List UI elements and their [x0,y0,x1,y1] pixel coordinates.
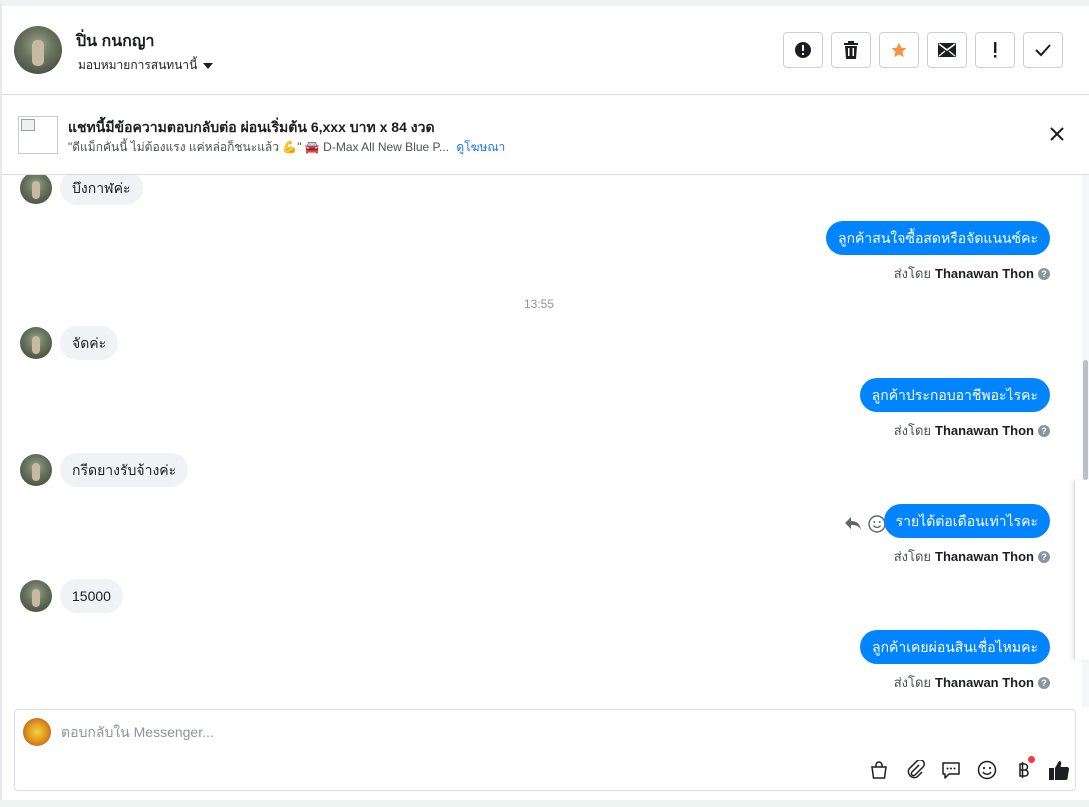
message-bubble[interactable]: บึงกาฬค่ะ [60,175,143,205]
sent-by-prefix: ส่งโดย [893,675,932,690]
ad-reply-banner: แชทนี้มีข้อความตอบกลับต่อ ผ่อนเริ่มต้น 6… [2,96,1089,175]
chat-bubble-icon [942,762,960,779]
caret-down-icon [203,62,214,69]
envelope-icon [938,43,956,57]
star-icon [891,42,907,58]
outgoing-message: ลูกค้าสนใจซื้อสดหรือจัดแนนซ์คะ [826,221,1050,255]
incoming-message: บึงกาฬค่ะ [20,175,143,205]
mark-unread-button[interactable] [927,32,967,68]
sender-name: Thanawan Thon [935,549,1034,564]
page-footer-strip [0,800,1089,807]
notification-dot [1028,756,1035,763]
like-button[interactable] [1047,758,1071,782]
sender-avatar [20,175,52,204]
assign-label: มอบหมายการสนทนานี้ [78,58,198,72]
message-bubble[interactable]: 15000 [60,579,123,613]
ad-title: แชทนี้มีข้อความตอบกลับต่อ ผ่อนเริ่มต้น 6… [68,119,435,135]
scrollbar-thumb[interactable] [1083,360,1088,480]
sender-avatar [20,327,52,359]
sent-by-prefix: ส่งโดย [893,266,932,281]
help-icon[interactable]: ? [1038,267,1050,280]
reply-composer [14,709,1076,791]
sender-name: Thanawan Thon [935,423,1034,438]
message-bubble[interactable]: ลูกค้าสนใจซื้อสดหรือจัดแนนซ์คะ [826,221,1050,255]
shop-button[interactable] [867,758,891,782]
conversation-header: ปิ่น กนกญา มอบหมายการสนทนานี้ [2,6,1089,95]
thumbs-up-icon [1049,761,1070,780]
sender-name: Thanawan Thon [935,675,1034,690]
baht-icon [1019,762,1029,778]
alert-circle-icon [795,42,811,58]
message-bubble[interactable]: ลูกค้าเคยผ่อนสินเชื่อไหมคะ [859,630,1050,664]
help-icon[interactable]: ? [1038,424,1050,437]
sent-by-label: ส่งโดย Thanawan Thon ? [894,672,1050,693]
trash-icon [844,41,858,59]
contact-avatar[interactable] [14,26,62,74]
sender-name: Thanawan Thon [935,266,1034,281]
close-icon[interactable] [1047,124,1067,144]
ad-subtitle-text: "ดีแม็กคันนี้ ไม่ต้องแรง แค่หล่อก็ชนะแล้… [68,140,449,154]
mark-spam-button[interactable] [783,32,823,68]
emoji-button[interactable] [975,758,999,782]
reply-input[interactable] [61,724,961,740]
message-bubble[interactable]: จัดค่ะ [60,326,119,360]
follow-up-button[interactable] [975,32,1015,68]
message-bubble[interactable]: รายได้ต่อเดือนเท่าไรคะ [883,504,1050,538]
sent-by-prefix: ส่งโดย [893,549,932,564]
header-actions [783,32,1063,68]
delete-button[interactable] [831,32,871,68]
outgoing-message: ลูกค้าเคยผ่อนสินเชื่อไหมคะ [859,630,1050,664]
saved-replies-button[interactable] [939,758,963,782]
mark-done-button[interactable] [1023,32,1063,68]
message-thread[interactable]: บึงกาฬค่ะ ลูกค้าสนใจซื้อสดหรือจัดแนนซ์คะ… [2,175,1076,707]
contact-name[interactable]: ปิ่น กนกญา [76,29,154,54]
exclamation-icon [994,42,997,58]
incoming-message: 15000 [20,579,123,613]
assign-conversation-dropdown[interactable]: มอบหมายการสนทนานี้ [78,56,214,75]
message-hover-tools [844,515,886,533]
sent-by-label: ส่งโดย Thanawan Thon ? [894,263,1050,284]
shopping-bag-icon [871,761,887,779]
composer-tools [867,756,1071,782]
help-icon[interactable]: ? [1038,676,1050,689]
paperclip-icon [907,760,925,779]
message-bubble[interactable]: ลูกค้าประกอบอาชีพอะไรคะ [859,378,1050,412]
help-icon[interactable]: ? [1038,550,1050,563]
smiley-icon [977,760,997,780]
ad-thumbnail[interactable] [18,116,58,154]
incoming-message: จัดค่ะ [20,326,119,360]
outgoing-message: ลูกค้าประกอบอาชีพอะไรคะ [859,378,1050,412]
star-button[interactable] [879,32,919,68]
sent-by-prefix: ส่งโดย [893,423,932,438]
reply-icon[interactable] [844,516,862,532]
attach-button[interactable] [903,758,927,782]
check-icon [1035,44,1051,57]
payment-button[interactable] [1011,756,1035,782]
timestamp: 13:55 [523,297,555,311]
view-ad-link[interactable]: ดูโฆษณา [456,140,505,154]
sent-by-label: ส่งโดย Thanawan Thon ? [894,420,1050,441]
ad-subtitle: "ดีแม็กคันนี้ ไม่ต้องแรง แค่หล่อก็ชนะแล้… [68,138,505,157]
message-bubble[interactable]: กรีดยางรับจ้างค่ะ [60,453,189,487]
page-avatar [23,718,51,746]
sender-avatar [20,580,52,612]
incoming-message: กรีดยางรับจ้างค่ะ [20,453,189,487]
sent-by-label: ส่งโดย Thanawan Thon ? [894,546,1050,567]
collapsed-side-panel[interactable] [1074,480,1089,660]
outgoing-message: รายได้ต่อเดือนเท่าไรคะ [883,504,1050,538]
sender-avatar [20,454,52,486]
